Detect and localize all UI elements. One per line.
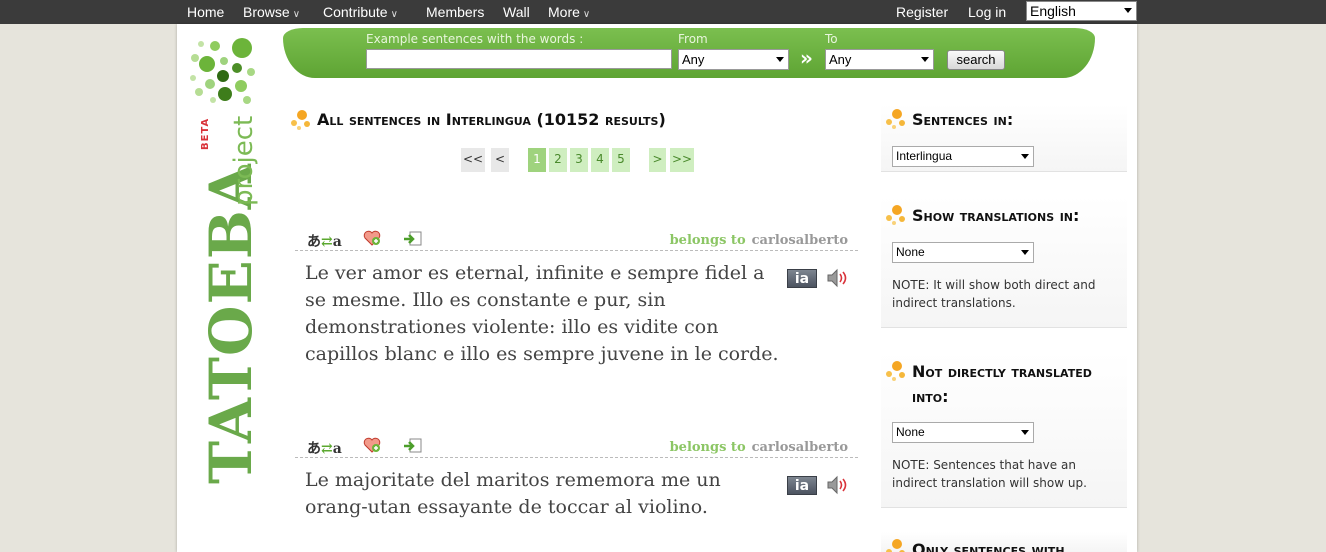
bullet-dots-icon: [886, 361, 905, 381]
audio-icon[interactable]: [825, 267, 849, 289]
sentences-in-panel: Sentences in: Interlingua: [881, 104, 1127, 172]
from-language-select[interactable]: Any: [678, 49, 789, 70]
page-title: All sentences in Interlingua (10152 resu…: [317, 110, 666, 129]
show-translations-title: Show translations in:: [912, 206, 1080, 225]
nav-more-label: More: [548, 4, 580, 20]
chevron-down-icon: ∨: [292, 9, 301, 20]
owner-link[interactable]: carlosalberto: [752, 233, 848, 248]
nav-members[interactable]: Members: [426, 4, 484, 20]
show-translations-select[interactable]: None: [892, 242, 1034, 263]
only-sentences-panel: Only sentences with: [881, 532, 1127, 552]
not-translated-panel: Not directly translated into: None NOTE:…: [881, 352, 1127, 508]
page-5[interactable]: 5: [612, 148, 630, 172]
logo-dots-icon[interactable]: [187, 36, 259, 108]
show-translations-panel: Show translations in: None NOTE: It will…: [881, 196, 1127, 328]
bullet-dots-icon: [886, 109, 905, 129]
search-words-label: Example sentences with the words :: [366, 32, 584, 46]
audio-icon[interactable]: [825, 474, 849, 496]
bullet-dots-icon: [886, 205, 905, 225]
language-flag-icon[interactable]: ia: [787, 269, 817, 288]
dropdown-arrow-icon: [1021, 154, 1029, 159]
language-flag-icon[interactable]: ia: [787, 476, 817, 495]
sentence-item: あ⇄a belongs to carlosalberto Le majoritat…: [295, 434, 858, 544]
belongs-to-label: belongs to: [669, 233, 746, 248]
sentence-text[interactable]: Le majoritate del maritos rememora me un…: [305, 467, 785, 521]
sentences-in-select[interactable]: Interlingua: [892, 146, 1034, 167]
to-label: To: [825, 32, 838, 46]
register-link[interactable]: Register: [896, 4, 948, 20]
logo-subtitle: project: [229, 115, 259, 206]
not-translated-title: Not directly translated into:: [912, 362, 1092, 406]
page-first[interactable]: <<: [461, 148, 485, 172]
dropdown-arrow-icon: [1124, 8, 1132, 13]
nav-contribute[interactable]: Contribute ∨: [323, 4, 398, 20]
dropdown-arrow-icon: [1021, 250, 1029, 255]
dropdown-arrow-icon: [1021, 430, 1029, 435]
page-prev[interactable]: <: [491, 148, 509, 172]
page-next[interactable]: >: [649, 148, 666, 172]
only-sentences-title: Only sentences with: [912, 540, 1065, 552]
sentences-in-title: Sentences in:: [912, 110, 1014, 129]
belongs-to: belongs to carlosalberto: [670, 440, 848, 455]
transliterate-icon[interactable]: あ⇄a: [307, 438, 342, 458]
nav-browse[interactable]: Browse ∨: [243, 4, 300, 20]
nav-home[interactable]: Home: [187, 4, 224, 20]
to-language-select[interactable]: Any: [825, 49, 934, 70]
chevron-down-icon: ∨: [390, 9, 398, 20]
add-to-list-icon[interactable]: [403, 437, 423, 453]
add-to-list-icon[interactable]: [403, 230, 423, 246]
owner-link[interactable]: carlosalberto: [752, 440, 848, 455]
chevron-down-icon: ∨: [582, 9, 591, 20]
not-translated-select[interactable]: None: [892, 422, 1034, 443]
page-last[interactable]: >>: [670, 148, 694, 172]
sentence-item: あ⇄a belongs to carlosalberto Le ver amor …: [295, 227, 858, 377]
beta-badge: BETA: [200, 117, 211, 150]
transliterate-icon[interactable]: あ⇄a: [307, 231, 342, 251]
show-translations-value: None: [896, 245, 925, 259]
page-container: TATOEBA project BETA Example sentences w…: [177, 24, 1137, 552]
page-1[interactable]: 1: [528, 148, 546, 172]
favorite-icon[interactable]: [363, 230, 381, 246]
nav-contribute-label: Contribute: [323, 4, 388, 20]
from-language-value: Any: [682, 52, 705, 67]
from-label: From: [678, 32, 708, 46]
search-input[interactable]: [366, 49, 672, 69]
search-button[interactable]: search: [947, 50, 1005, 70]
not-translated-value: None: [896, 425, 925, 439]
show-translations-note: NOTE: It will show both direct and indir…: [892, 278, 1096, 310]
bullet-dots-icon: [886, 539, 905, 552]
interface-language-value: English: [1030, 3, 1076, 19]
belongs-to-label: belongs to: [669, 440, 746, 455]
swap-languages-icon[interactable]: »: [800, 46, 813, 70]
to-language-value: Any: [829, 52, 852, 67]
nav-wall[interactable]: Wall: [503, 4, 530, 20]
dropdown-arrow-icon: [776, 57, 784, 62]
interface-language-select[interactable]: English: [1026, 1, 1137, 21]
favorite-icon[interactable]: [363, 437, 381, 453]
logo-title[interactable]: TATOEBA: [197, 163, 265, 484]
nav-more[interactable]: More ∨: [548, 4, 590, 20]
sentence-text[interactable]: Le ver amor es eternal, infinite e sempr…: [305, 260, 785, 368]
page-2[interactable]: 2: [549, 148, 567, 172]
bullet-dots-icon: [291, 110, 310, 130]
sentence-toolbar: あ⇄a belongs to carlosalberto: [295, 434, 858, 458]
page-4[interactable]: 4: [591, 148, 609, 172]
dropdown-arrow-icon: [921, 57, 929, 62]
not-translated-note: NOTE: Sentences that have an indirect tr…: [892, 458, 1087, 490]
belongs-to: belongs to carlosalberto: [670, 233, 848, 248]
search-bar: Example sentences with the words : From …: [283, 28, 1095, 78]
top-nav-bar: Home Browse ∨ Contribute ∨ Members Wall Mo…: [0, 0, 1326, 24]
sentence-toolbar: あ⇄a belongs to carlosalberto: [295, 227, 858, 251]
page-3[interactable]: 3: [570, 148, 588, 172]
sentences-in-value: Interlingua: [896, 149, 953, 163]
login-link[interactable]: Log in: [968, 4, 1006, 20]
nav-browse-label: Browse: [243, 4, 290, 20]
